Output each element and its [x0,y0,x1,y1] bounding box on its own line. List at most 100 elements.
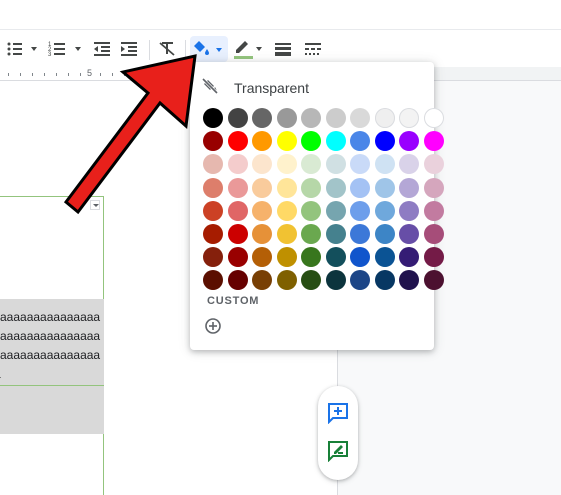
increase-indent-button[interactable] [119,36,139,62]
add-custom-color-button[interactable] [204,317,222,335]
color-swatch[interactable] [203,108,223,128]
border-color-button[interactable] [232,36,266,62]
ruler-tick [124,73,125,76]
color-swatch[interactable] [350,154,370,175]
color-swatch[interactable] [325,270,346,291]
color-swatch[interactable] [203,270,223,291]
color-swatch[interactable] [203,131,223,152]
color-swatch[interactable] [325,177,346,198]
color-swatch[interactable] [276,200,297,221]
color-swatch[interactable] [227,270,248,291]
color-swatch[interactable] [325,200,346,221]
add-comment-button[interactable] [326,402,350,427]
color-swatch[interactable] [423,177,444,198]
color-swatch[interactable] [374,270,395,291]
color-swatch[interactable] [227,108,248,128]
color-swatch[interactable] [423,270,444,291]
color-swatch[interactable] [350,200,370,221]
color-swatch[interactable] [301,270,321,291]
color-swatch[interactable] [227,154,248,175]
border-dash-button[interactable] [303,36,323,62]
color-swatch[interactable] [399,270,419,291]
clear-formatting-button[interactable] [157,36,177,62]
color-swatch[interactable] [399,131,419,152]
color-swatch[interactable] [252,270,272,291]
color-swatch[interactable] [203,200,223,221]
color-swatch[interactable] [227,177,248,198]
color-swatch[interactable] [374,154,395,175]
color-swatch[interactable] [423,224,444,244]
color-swatch[interactable] [203,177,223,198]
numbered-list-button[interactable]: 1 2 3 [47,36,87,62]
document-text-line[interactable]: aaaaaaaaaaaaaaa [0,348,100,362]
color-swatch[interactable] [227,131,248,152]
color-swatch[interactable] [252,131,272,152]
fill-color-button[interactable] [190,36,228,62]
color-swatch[interactable] [325,154,346,175]
color-swatch[interactable] [301,224,321,244]
suggest-edits-button[interactable] [326,440,350,465]
color-swatch[interactable] [423,154,444,175]
color-swatch[interactable] [276,108,297,128]
color-swatch[interactable] [423,247,444,268]
color-swatch[interactable] [252,200,272,221]
color-swatch[interactable] [276,224,297,244]
color-swatch[interactable] [423,131,444,152]
color-swatch[interactable] [325,247,346,268]
color-swatch[interactable] [350,131,370,152]
color-swatch[interactable] [399,177,419,198]
color-swatch[interactable] [374,200,395,221]
color-swatch[interactable] [325,131,346,152]
color-swatch[interactable] [227,224,248,244]
color-swatch[interactable] [423,200,444,221]
color-swatch[interactable] [276,177,297,198]
color-swatch[interactable] [399,154,419,175]
color-swatch[interactable] [374,247,395,268]
document-text-line[interactable]: a [0,367,1,381]
color-swatch[interactable] [423,108,444,128]
color-swatch[interactable] [350,247,370,268]
color-swatch[interactable] [374,177,395,198]
color-swatch[interactable] [227,247,248,268]
color-swatch[interactable] [252,224,272,244]
color-swatch[interactable] [374,224,395,244]
color-swatch[interactable] [227,200,248,221]
color-swatch[interactable] [301,131,321,152]
document-text-line[interactable]: aaaaaaaaaaaaaaa [0,329,100,343]
document-table[interactable]: aaaaaaaaaaaaaaa aaaaaaaaaaaaaaa aaaaaaaa… [0,196,104,495]
transparent-option[interactable]: Transparent [201,76,422,100]
color-swatch[interactable] [276,247,297,268]
color-swatch[interactable] [325,108,346,128]
document-text-line[interactable]: aaaaaaaaaaaaaaa [0,310,100,324]
color-swatch[interactable] [252,108,272,128]
color-swatch[interactable] [399,224,419,244]
color-swatch[interactable] [252,177,272,198]
color-swatch[interactable] [252,154,272,175]
color-swatch[interactable] [399,108,419,128]
color-swatch[interactable] [301,154,321,175]
color-swatch[interactable] [301,200,321,221]
color-swatch[interactable] [350,224,370,244]
color-swatch[interactable] [350,177,370,198]
color-swatch[interactable] [350,108,370,128]
color-swatch[interactable] [325,224,346,244]
color-swatch[interactable] [203,224,223,244]
border-width-button[interactable] [273,36,293,62]
color-swatch[interactable] [203,154,223,175]
color-swatch[interactable] [252,247,272,268]
color-swatch[interactable] [350,270,370,291]
color-swatch[interactable] [276,131,297,152]
color-swatch[interactable] [399,200,419,221]
color-swatch[interactable] [374,108,395,128]
decrease-indent-button[interactable] [92,36,112,62]
color-swatch[interactable] [301,177,321,198]
color-swatch[interactable] [203,247,223,268]
color-swatch[interactable] [276,270,297,291]
color-swatch[interactable] [301,108,321,128]
bulleted-list-button[interactable] [4,36,40,62]
cell-dropdown-icon[interactable] [90,200,100,210]
color-swatch[interactable] [374,131,395,152]
color-swatch[interactable] [399,247,419,268]
color-swatch[interactable] [301,247,321,268]
color-swatch[interactable] [276,154,297,175]
